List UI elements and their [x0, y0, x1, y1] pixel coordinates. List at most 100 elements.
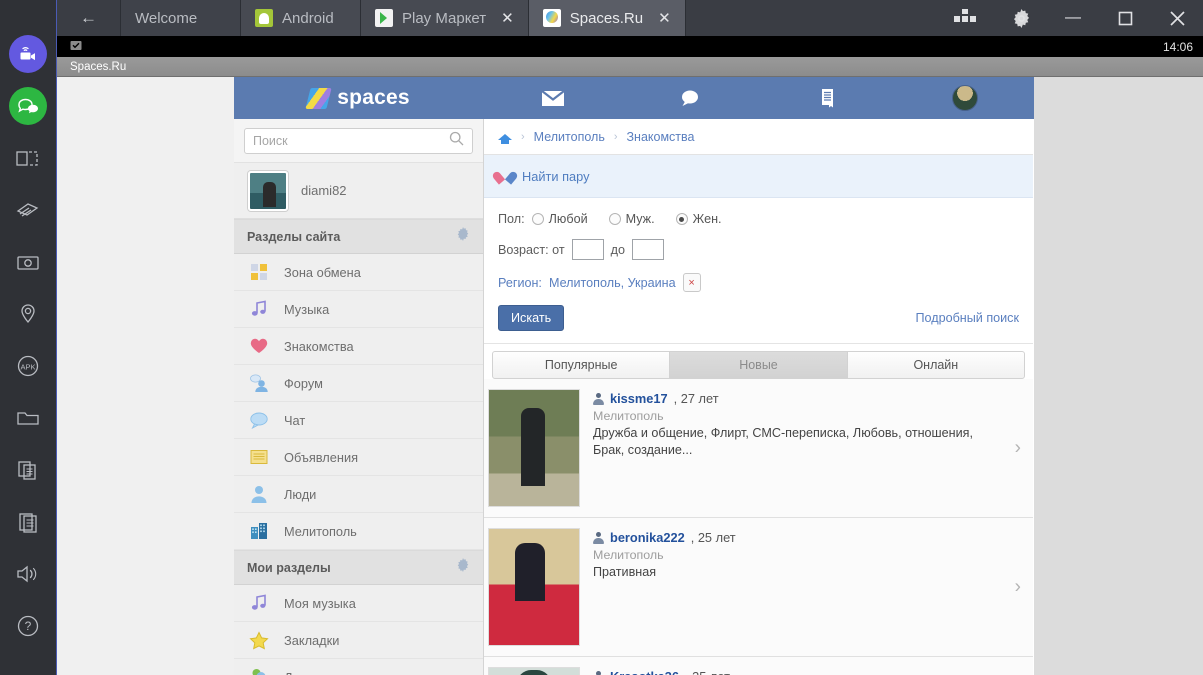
sidebar-item-druzya[interactable]: Друзья — [234, 659, 483, 675]
table-row[interactable]: beronika222 , 25 лет Мелитополь Пративна… — [484, 518, 1033, 657]
sidebar-user[interactable]: diami82 — [234, 163, 483, 219]
chat-bubbles-icon[interactable] — [8, 86, 48, 126]
result-photo[interactable] — [488, 667, 580, 675]
site-logo[interactable]: spaces — [234, 77, 484, 119]
feed-icon[interactable] — [759, 87, 897, 109]
sidebar-section-header-site: Разделы сайта — [234, 219, 483, 254]
browser-viewport: spaces Поиск diami82 Разделы сайта Зона … — [57, 77, 1203, 675]
tab-online[interactable]: Онлайн — [846, 351, 1025, 379]
sidebar-item-zakladki[interactable]: Закладки — [234, 622, 483, 659]
tab-android[interactable]: Android — [241, 0, 361, 36]
folder-icon[interactable] — [8, 398, 48, 438]
result-description: Дружба и общение, Флирт, СМС-переписка, … — [593, 426, 973, 457]
result-username[interactable]: Krasotka36 — [610, 669, 679, 675]
search-submit-button[interactable]: Искать — [498, 305, 565, 331]
sidebar-item-znakomstva[interactable]: Знакомства — [234, 328, 483, 365]
tab-welcome[interactable]: Welcome — [121, 0, 241, 36]
search-icon[interactable] — [449, 131, 464, 151]
location-pin-icon[interactable] — [8, 294, 48, 334]
sidebar-item-lyudi[interactable]: Люди — [234, 476, 483, 513]
sidebar-item-obyavleniya[interactable]: Объявления — [234, 439, 483, 476]
mail-icon[interactable] — [484, 89, 622, 107]
help-icon[interactable]: ? — [8, 606, 48, 646]
sidebar-item-moya-muzyka[interactable]: Моя музыка — [234, 585, 483, 622]
result-username[interactable]: kissme17 — [610, 391, 668, 406]
section-title: Разделы сайта — [247, 229, 341, 244]
clipboard-icon[interactable] — [8, 502, 48, 542]
tab-play-market[interactable]: Play Маркет ✕ — [361, 0, 529, 36]
search-box[interactable] — [244, 128, 473, 154]
android-icon — [255, 9, 273, 27]
sidebar-item-muzyka[interactable]: Музыка — [234, 291, 483, 328]
advanced-search-link[interactable]: Подробный поиск — [915, 311, 1019, 325]
gear-icon[interactable] — [456, 227, 470, 246]
age-to-label: до — [610, 242, 625, 257]
section-title: Мои разделы — [247, 560, 331, 575]
radio-dot[interactable] — [675, 213, 688, 225]
maximize-button[interactable] — [1099, 0, 1151, 36]
radio-dot[interactable] — [531, 213, 544, 225]
site-header: spaces — [234, 77, 1034, 119]
home-icon[interactable] — [498, 130, 512, 144]
multi-window-icon[interactable] — [8, 138, 48, 178]
volume-icon[interactable] — [8, 554, 48, 594]
video-record-icon[interactable] — [8, 34, 48, 74]
radio-dot[interactable] — [608, 213, 621, 225]
tab-label: Play Маркет — [402, 9, 487, 27]
tab-new[interactable]: Новые — [669, 351, 848, 379]
keyboard-mapping-icon[interactable] — [935, 0, 995, 36]
age-to-input[interactable] — [631, 239, 664, 260]
avatar — [248, 170, 288, 211]
table-row[interactable]: kissme17 , 27 лет Мелитополь Дружба и об… — [484, 379, 1033, 518]
tab-spaces-ru[interactable]: Spaces.Ru ✕ — [528, 0, 686, 36]
tab-popular[interactable]: Популярные — [492, 351, 671, 379]
tab-close-icon[interactable]: ✕ — [501, 9, 514, 27]
region-remove-button[interactable]: × — [682, 273, 701, 292]
spaces-icon — [542, 9, 561, 27]
region-label: Регион: — [498, 275, 542, 290]
cards-icon[interactable] — [8, 190, 48, 230]
minimize-button[interactable]: — — [1047, 0, 1099, 36]
sidebar-item-label: Люди — [284, 486, 317, 502]
profile-avatar[interactable] — [897, 85, 1035, 111]
breadcrumb-item-city[interactable]: Мелитополь — [534, 130, 605, 144]
sidebar-item-label: Знакомства — [284, 338, 354, 354]
sidebar-item-label: Моя музыка — [284, 595, 356, 611]
spaces-logo-mark — [305, 87, 332, 109]
apk-install-icon[interactable]: APK — [8, 346, 48, 386]
breadcrumb-item-dating[interactable]: Знакомства — [627, 130, 695, 144]
age-from-input[interactable] — [571, 239, 604, 260]
search-input[interactable] — [253, 134, 449, 148]
screenshot-icon — [69, 38, 83, 55]
chat-bubble-icon — [248, 409, 270, 431]
radio-gender-any[interactable]: Любой — [531, 212, 588, 226]
status-clock: 14:06 — [1162, 39, 1193, 54]
sidebar-item-forum[interactable]: Форум — [234, 365, 483, 402]
camera-icon[interactable] — [8, 242, 48, 282]
music-icon — [248, 592, 270, 614]
result-username[interactable]: beronika222 — [610, 530, 685, 545]
result-photo[interactable] — [488, 389, 580, 507]
search-filters: Пол: Любой Муж. Жен. Возраст: от до Реги… — [484, 198, 1033, 344]
find-pair-banner: Найти пару — [484, 155, 1033, 198]
result-city: Мелитополь — [593, 548, 664, 562]
close-button[interactable] — [1151, 0, 1203, 36]
region-value[interactable]: Мелитополь, Украина — [549, 276, 676, 290]
radio-gender-female[interactable]: Жен. — [675, 212, 722, 226]
gear-icon[interactable] — [456, 558, 470, 577]
radio-gender-male[interactable]: Муж. — [608, 212, 655, 226]
result-age: , 27 лет — [673, 391, 719, 406]
age-row: Возраст: от до — [498, 239, 1019, 260]
sidebar-item-melitopol[interactable]: Мелитополь — [234, 513, 483, 550]
copy-icon[interactable] — [8, 450, 48, 490]
sidebar-item-chat[interactable]: Чат — [234, 402, 483, 439]
table-row[interactable]: Krasotka36 , 35 лет — [484, 657, 1033, 675]
back-button[interactable]: ← — [57, 0, 121, 36]
gear-icon[interactable] — [995, 0, 1047, 36]
sidebar-item-zona-obmena[interactable]: Зона обмена — [234, 254, 483, 291]
tab-close-icon[interactable]: ✕ — [658, 9, 671, 27]
sidebar-username: diami82 — [301, 183, 347, 198]
sidebar-item-label: Мелитополь — [284, 523, 357, 539]
result-photo[interactable] — [488, 528, 580, 646]
chat-icon[interactable] — [622, 88, 760, 108]
